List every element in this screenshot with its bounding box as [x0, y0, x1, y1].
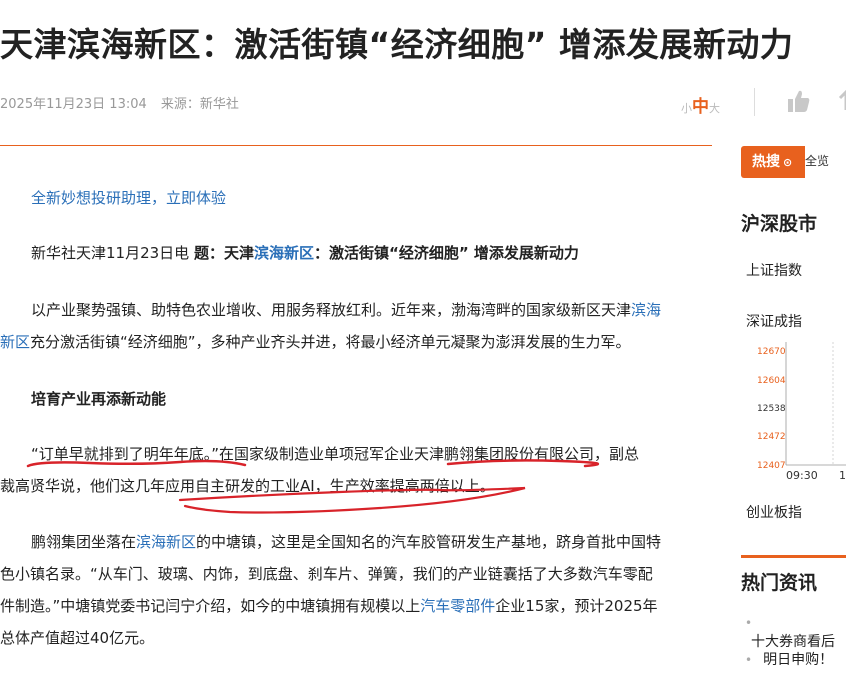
overview-tab[interactable]: 全览 [805, 152, 829, 169]
y-tick-label: 12407 [757, 461, 786, 471]
y-tick-label: 12604 [757, 376, 786, 386]
index-shenzhen[interactable]: 深证成指 [746, 311, 802, 331]
share-icon[interactable] [838, 88, 846, 114]
intro-paragraph: 新华社天津11月23日电 题：天津滨海新区：激活街镇“经济细胞” 增添发展新动力 [31, 244, 579, 262]
section-accent-line [741, 555, 846, 558]
font-size-large[interactable]: 大 [709, 102, 720, 115]
promo-link[interactable]: 全新妙想投研助理，立即体验 [31, 189, 226, 207]
thumbs-up-icon[interactable] [787, 88, 811, 114]
font-size-small[interactable]: 小 [681, 102, 692, 115]
paragraph-2: “订单早就排到了明年年底。”在国家级制造业单项冠军企业天津鹏翎集团股份有限公司，… [0, 445, 640, 495]
x-tick-label: 1 [839, 469, 846, 480]
article-meta: 2025年11月23日 13:04 来源：新华社 [0, 93, 249, 112]
keyword-link[interactable]: 新区 [0, 333, 30, 351]
news-item[interactable]: • 十大券商看后 [745, 612, 846, 651]
stocks-title: 沪深股市 [741, 213, 818, 235]
keyword-link[interactable]: 汽车零部件 [420, 597, 495, 615]
index-shanghai[interactable]: 上证指数 [746, 260, 802, 280]
index-chinext[interactable]: 创业板指 [746, 502, 802, 522]
y-tick-label: 12472 [757, 432, 786, 442]
article-source: 来源：新华社 [160, 97, 239, 112]
paragraph-1: 以产业聚势强镇、助特色农业增收、用服务释放红利。近年来，渤海湾畔的国家级新区天津… [0, 301, 662, 351]
y-tick-label: 12538 [757, 404, 786, 414]
news-title: 热门资讯 [741, 572, 818, 594]
keyword-link[interactable]: 滨海新区 [254, 244, 314, 262]
header-divider [0, 145, 712, 146]
section-subheading: 培育产业再添新动能 [31, 390, 167, 408]
article-headline: 天津滨海新区：激活街镇“经济细胞” 增添发展新动力 [0, 25, 794, 64]
hot-search-label: 热搜 ⊙ [752, 154, 793, 170]
toolbar-divider [754, 88, 755, 116]
news-item[interactable]: • 明日申购！ [745, 649, 833, 669]
index-intraday-chart: 12670 12604 12538 12472 12407 09:30 1 [757, 342, 846, 480]
font-size-medium[interactable]: 中 [692, 97, 709, 117]
keyword-link[interactable]: 滨海新区 [136, 533, 196, 551]
publish-date: 2025年11月23日 13:04 [0, 97, 147, 112]
keyword-link[interactable]: 滨海 [631, 301, 661, 319]
x-tick-label: 09:30 [786, 469, 818, 480]
paragraph-3: 鹏翎集团坐落在滨海新区的中塘镇，这里是全国知名的汽车胶管研发生产基地，跻身首批中… [0, 533, 662, 647]
y-tick-label: 12670 [757, 347, 786, 357]
font-size-switch: 小中大 [681, 92, 720, 117]
